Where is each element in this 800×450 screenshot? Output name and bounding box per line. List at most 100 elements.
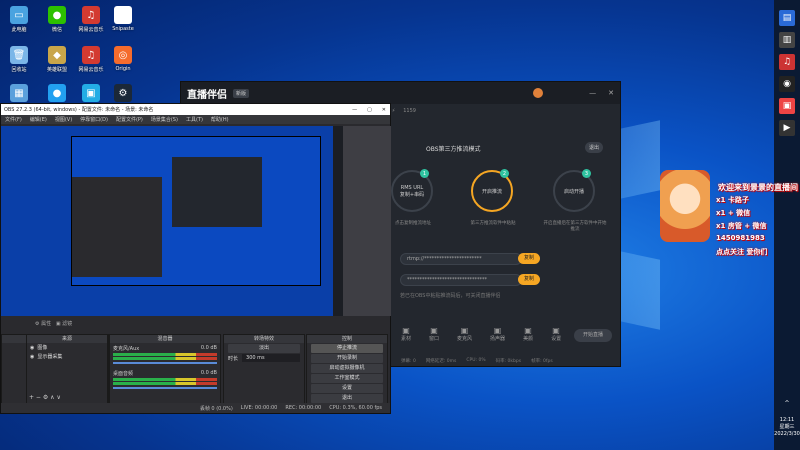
step-circle[interactable]: 3 启动开播 <box>553 169 595 212</box>
obs-menu-item[interactable]: 视图(V) <box>55 116 72 123</box>
source-buttons[interactable]: + − ⚙ ∧ ∨ <box>29 394 61 401</box>
obs-taskbar-icon[interactable]: ◉ <box>779 76 795 92</box>
obs-menu-item[interactable]: 配置文件(P) <box>116 116 143 123</box>
step-description: 第三方推流软件中粘贴 <box>470 221 516 226</box>
control-button[interactable]: 开始录制 <box>311 354 383 363</box>
control-button[interactable]: 退出 <box>311 394 383 403</box>
control-button[interactable]: 停止推流 <box>311 344 383 353</box>
volume-slider[interactable] <box>113 387 217 389</box>
desktop-icon-glyph: ▤ <box>114 6 132 24</box>
netease-icon[interactable]: ♫ <box>779 54 795 70</box>
step-description: 开启直播后在第三方软件中开始推流 <box>543 221 607 232</box>
desktop-icon-glyph: ▦ <box>10 84 28 102</box>
mixer-track-name: 麦克风/Aux <box>113 346 140 352</box>
livehime-tool[interactable]: ▣ 扬声器 <box>490 326 505 342</box>
close-icon[interactable]: ✕ <box>608 89 614 97</box>
livehime-tool-label: 素材 <box>401 336 412 342</box>
desktop-icon-glyph: ◆ <box>48 46 66 64</box>
mixer-dock: 混音器 麦克风/Aux 0.0 dB 桌面音频 0.0 dB <box>109 334 221 404</box>
desktop-icon[interactable]: 🗑 回收站 <box>0 46 38 73</box>
version-badge: 新版 <box>233 88 250 98</box>
desktop-icon-glyph: ● <box>48 84 66 102</box>
desktop-icon-label: 微信 <box>51 27 62 33</box>
app-icon[interactable]: ▣ <box>779 98 795 114</box>
rtmp-url-field[interactable]: rtmp://*********************** <box>400 253 522 265</box>
step-badge: 1 <box>420 169 429 178</box>
close-icon[interactable]: ✕ <box>382 107 386 113</box>
livehime-logo: 直播伴侣 <box>187 89 227 101</box>
controls-header: 控制 <box>307 335 387 343</box>
rec-time: REC: 00:00:00 <box>285 405 322 411</box>
volume-slider[interactable] <box>113 362 217 364</box>
mixer-track-name: 桌面音频 <box>113 371 134 377</box>
livehime-status-item: 帧率: 0fps <box>531 359 553 364</box>
livehime-taskbar-icon[interactable]: ▶ <box>779 120 795 136</box>
livehime-tool[interactable]: ▣ 素材 <box>401 326 411 342</box>
transitions-header: 转场特效 <box>224 335 304 343</box>
obs-menubar: 文件(F) 编辑(E) 视图(V) 停靠窗口(D) 配置文件(P) 场景集合(S) 工具(T… <box>1 115 390 124</box>
livehime-titlebar: 直播伴侣 新版 — ✕ <box>181 82 620 104</box>
avatar[interactable] <box>533 88 544 98</box>
exit-mode-button[interactable]: 退出 <box>585 142 604 153</box>
desktop-icon-glyph: ⚙ <box>114 84 132 102</box>
obs-menu-item[interactable]: 停靠窗口(D) <box>80 116 108 123</box>
eye-icon[interactable]: ◉ <box>30 354 34 360</box>
step-badge: 2 <box>500 169 509 178</box>
desktop-icon-glyph: ▭ <box>10 6 28 24</box>
minimize-icon[interactable]: — <box>352 107 357 113</box>
tray-chevron-icon[interactable]: ^ <box>779 395 795 411</box>
livehime-tool[interactable]: ▣ 设置 <box>551 326 561 342</box>
stream-key-field[interactable]: ******************************** <box>400 274 522 286</box>
livehime-status-item: 码率: 0kbps <box>495 359 522 364</box>
source-item[interactable]: ◉ 显示器采集 <box>27 352 107 361</box>
mixer-track-db: 0.0 dB <box>200 370 217 376</box>
livehime-tool-label: 窗口 <box>429 336 440 342</box>
start-live-button[interactable]: 开始直播 <box>574 329 612 342</box>
control-button[interactable]: 工作室模式 <box>311 374 383 383</box>
control-button[interactable]: 启动虚拟摄像机 <box>311 364 383 373</box>
obs-menu-item[interactable]: 帮助(H) <box>211 116 229 123</box>
step-badge: 3 <box>582 169 591 178</box>
transition-select[interactable]: 淡出 <box>228 344 300 353</box>
desktop-icon[interactable]: ◆ 英雄联盟 <box>38 46 76 73</box>
overlay-line: 欢迎来到景景的直播间 <box>718 183 798 192</box>
minimize-icon[interactable]: — <box>589 89 596 97</box>
obs-menu-item[interactable]: 场景集合(S) <box>151 116 178 123</box>
taskview-icon[interactable]: ▤ <box>779 10 795 26</box>
overlay-line: x1 卡路子 <box>716 196 749 204</box>
scene-toolbar: ⚙ 属性 ▣ 滤镜 <box>35 321 73 327</box>
obs-title: OBS 27.2.3 (64-bit, windows) - 配置文件: 未命名… <box>4 107 154 113</box>
livehime-tool[interactable]: ▣ 美颜 <box>523 326 533 342</box>
desktop-icon[interactable]: ▤ Snipaste <box>104 6 142 32</box>
eye-icon[interactable]: ◉ <box>30 345 34 351</box>
obs-menu-item[interactable]: 文件(F) <box>5 116 22 123</box>
step-circle[interactable]: 2 开启推流 <box>471 169 513 212</box>
step-title: 开启推流 <box>481 188 502 195</box>
livehime-tool[interactable]: ▣ 窗口 <box>429 326 439 342</box>
obs-menu-item[interactable]: 工具(T) <box>186 116 203 123</box>
clock-weekday: 星期三 <box>779 424 795 430</box>
control-button[interactable]: 设置 <box>311 384 383 393</box>
step-circle[interactable]: 1 RMS URL 复制+串码 <box>391 169 433 212</box>
step-title: 启动开播 <box>563 188 584 195</box>
desktop-icon-glyph: ♫ <box>82 46 100 64</box>
maximize-icon[interactable]: ▢ <box>367 107 372 113</box>
clock[interactable]: 12:11 星期三 2022/3/30 <box>774 417 800 450</box>
explorer-icon[interactable]: ▥ <box>779 32 795 48</box>
duration-input[interactable]: 300 ms <box>242 354 300 362</box>
desktop-icon[interactable]: ◎ Origin <box>104 46 142 72</box>
desktop-icon[interactable]: ● 微信 <box>38 6 76 33</box>
copy-url-button[interactable]: 复制 <box>518 253 540 264</box>
desktop-icon-label: 英雄联盟 <box>46 67 67 73</box>
copy-key-button[interactable]: 复制 <box>518 274 540 285</box>
obs-preview <box>1 126 333 316</box>
livehime-tool[interactable]: ▣ 麦克风 <box>457 326 472 342</box>
sources-dock: 来源 ◉ 图像 ◉ 显示器采集 + − ⚙ ∧ ∨ <box>26 334 108 404</box>
preview-gap <box>343 126 391 316</box>
livehime-status-item: 弹幕: 0 <box>401 359 416 364</box>
source-label: 图像 <box>37 345 48 351</box>
obs-titlebar: OBS 27.2.3 (64-bit, windows) - 配置文件: 未命名… <box>1 104 390 115</box>
source-item[interactable]: ◉ 图像 <box>27 343 107 352</box>
obs-menu-item[interactable]: 编辑(E) <box>30 116 47 123</box>
desktop-icon[interactable]: ▭ 此电脑 <box>0 6 38 33</box>
